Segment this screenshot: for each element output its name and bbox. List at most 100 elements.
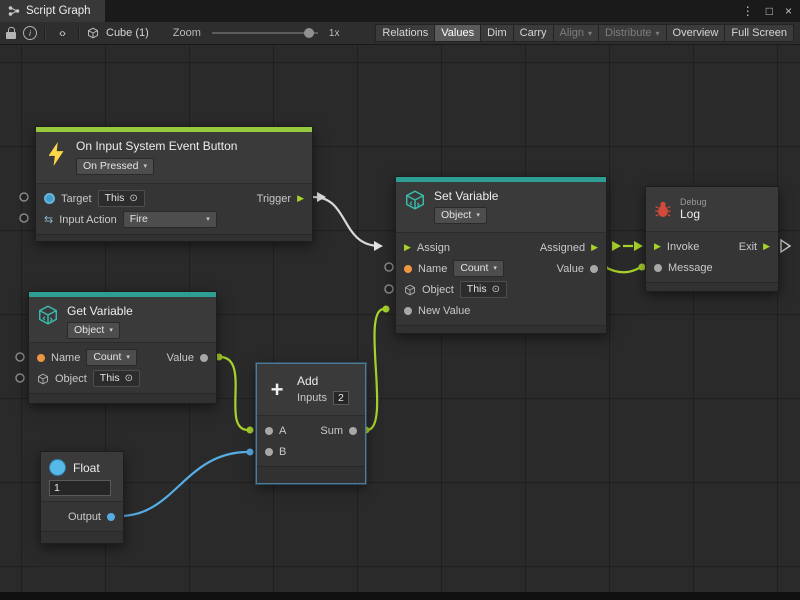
assigned-output-port[interactable]: ▶ [591,243,598,252]
trigger-output-port[interactable]: ▶ [297,194,304,203]
input-action-dropdown[interactable]: Fire ▾ [123,211,217,228]
target-row: Target This ⊙ Trigger ▶ [36,188,312,209]
exit-port-arrow[interactable] [781,240,790,252]
value-output-port[interactable] [590,265,598,273]
wire-arrow [374,241,383,251]
graph-canvas[interactable]: On Input System Event Button On Pressed … [0,45,800,592]
tab-script-graph[interactable]: Script Graph [0,0,105,22]
value-output-port[interactable] [200,354,208,362]
input-action-row: ⇆ Input Action Fire ▾ [36,209,312,230]
event-mode-value: On Pressed [83,160,138,173]
node-debug-log[interactable]: Debug Log ▶ Invoke Exit ▶ Message [645,186,779,292]
chevron-down-icon: ▾ [206,213,210,226]
wire-endpoint [247,449,254,456]
target-crosshair-icon: ⊙ [125,372,133,385]
output-label: Output [68,511,101,523]
name-input-port[interactable] [404,265,412,273]
toolbar-separator [44,26,46,40]
wire-float-to-b[interactable] [120,452,248,516]
object-label: Object [422,284,454,296]
invoke-input-port[interactable]: ▶ [654,242,661,251]
relations-button[interactable]: Relations [375,24,435,42]
b-row: B [257,441,365,462]
target-type-icon [44,193,55,204]
a-row: A Sum [257,420,365,441]
object-this-button[interactable]: This ⊙ [460,281,507,298]
exit-output-port[interactable]: ▶ [763,242,770,251]
new-value-input-port[interactable] [404,307,412,315]
variable-name-dropdown[interactable]: Count ▾ [86,349,137,366]
full-screen-button[interactable]: Full Screen [724,24,794,42]
event-mode-dropdown[interactable]: On Pressed ▾ [76,158,154,175]
message-row: Message [646,257,778,278]
node-footer [29,393,216,403]
object-this-button[interactable]: This ⊙ [93,370,140,387]
target-crosshair-icon: ⊙ [129,192,137,205]
object-cube-icon [404,284,416,296]
node-set-variable[interactable]: Set Variable Object ▾ ▶ Assign Assigned … [395,176,607,334]
input-action-value: Fire [130,213,148,226]
info-icon[interactable]: i [23,26,37,40]
chevron-down-icon: ▾ [476,209,480,222]
assign-input-port[interactable]: ▶ [404,243,411,252]
float-output-port[interactable] [107,513,115,521]
target-crosshair-icon: ⊙ [492,283,500,296]
node-get-variable[interactable]: Get Variable Object ▾ Name Count ▾ Value [28,291,217,404]
zoom-slider[interactable] [212,32,318,34]
inputs-count-field[interactable] [333,391,349,405]
variable-name-value: Count [460,262,488,275]
variable-cube-icon [37,304,59,326]
port-ring [16,374,24,382]
window-menu-icon[interactable]: ⋮ [742,4,754,18]
name-input-port[interactable] [37,354,45,362]
wire-trigger-to-assign[interactable] [313,197,380,246]
zoom-value: 1x [329,28,340,39]
assign-row: ▶ Assign Assigned ▶ [396,237,606,258]
graph-target-label[interactable]: Cube (1) [106,27,149,39]
overview-button[interactable]: Overview [666,24,726,42]
assigned-label: Assigned [540,242,585,254]
exit-label: Exit [739,241,757,253]
message-input-port[interactable] [654,264,662,272]
node-footer [396,325,606,333]
bug-icon [654,200,672,218]
b-label: B [279,446,286,458]
lock-icon[interactable] [6,32,16,39]
align-dropdown[interactable]: Align ▾ [553,24,599,42]
maximize-icon[interactable]: □ [766,4,773,18]
a-label: A [279,425,286,437]
object-value: This [467,283,487,296]
variable-scope-dropdown[interactable]: Object ▾ [67,322,120,339]
target-this-button[interactable]: This ⊙ [98,190,145,207]
sum-output-port[interactable] [349,427,357,435]
node-on-input-system-event-button[interactable]: On Input System Event Button On Pressed … [35,126,313,242]
value-label: Value [167,352,194,364]
wire-sum-to-newvalue[interactable] [367,309,384,430]
float-value-field[interactable] [49,480,111,496]
b-input-port[interactable] [265,448,273,456]
code-icon[interactable]: ‹› [53,26,71,40]
name-row: Name Count ▾ Value [396,258,606,279]
variable-name-dropdown[interactable]: Count ▾ [453,260,504,277]
values-button[interactable]: Values [434,24,481,42]
object-cube-icon [37,373,49,385]
dim-button[interactable]: Dim [480,24,514,42]
node-footer [36,234,312,241]
invoke-row: ▶ Invoke Exit ▶ [646,236,778,257]
input-action-label: Input Action [59,214,117,226]
node-add[interactable]: + Add Inputs A Sum B [256,363,366,484]
name-row: Name Count ▾ Value [29,347,216,368]
carry-button[interactable]: Carry [513,24,554,42]
node-float[interactable]: Float Output [40,451,124,544]
wire-value-to-message[interactable] [605,267,641,272]
variable-scope-value: Object [74,324,104,337]
distribute-dropdown[interactable]: Distribute ▾ [598,24,666,42]
wire-getvalue-to-a[interactable] [220,357,248,430]
close-icon[interactable]: × [785,4,792,18]
window-bottom-edge [0,592,800,600]
port-ring [16,353,24,361]
chevron-down-icon: ▾ [109,324,113,337]
a-input-port[interactable] [265,427,273,435]
variable-scope-dropdown[interactable]: Object ▾ [434,207,487,224]
zoom-slider-handle[interactable] [304,28,314,38]
